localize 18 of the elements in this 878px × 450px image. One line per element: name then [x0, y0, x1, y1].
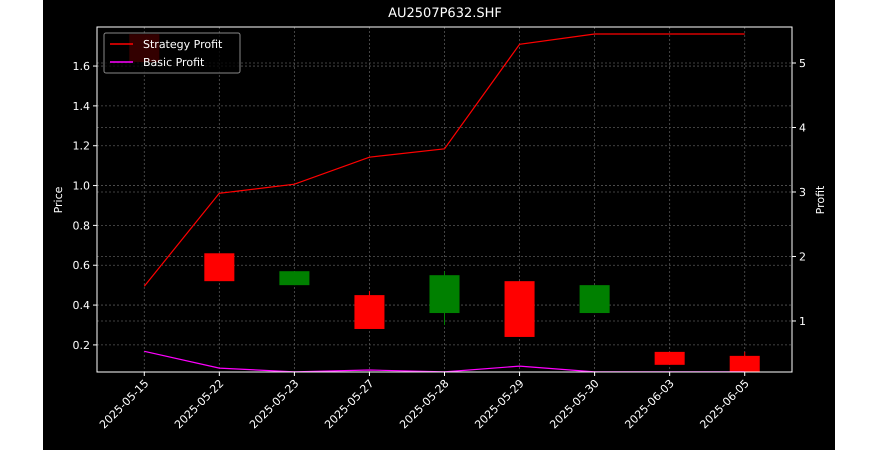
tick-label: 2 — [799, 250, 806, 264]
tick-label: 0.6 — [72, 259, 90, 272]
tick-label: 1.6 — [72, 60, 90, 74]
tick-label: 0.8 — [72, 219, 90, 232]
tick-label: 0.2 — [72, 338, 90, 352]
tick-label: 1.2 — [72, 140, 90, 153]
axis-label: Price — [52, 186, 65, 214]
legend-label: Strategy Profit — [143, 38, 222, 51]
chart-title: AU2507P632.SHF — [388, 6, 502, 21]
tick-label: 1.0 — [72, 180, 90, 193]
tick-label: 0.4 — [72, 299, 90, 312]
tick-label: 1 — [799, 314, 806, 328]
axis-label: Profit — [814, 186, 827, 214]
tick-label: 1.4 — [72, 100, 90, 113]
tick-label: 4 — [799, 122, 806, 134]
legend-label: Basic Profit — [143, 56, 204, 69]
tick-label: 3 — [799, 186, 806, 199]
tick-label: 5 — [799, 57, 806, 70]
